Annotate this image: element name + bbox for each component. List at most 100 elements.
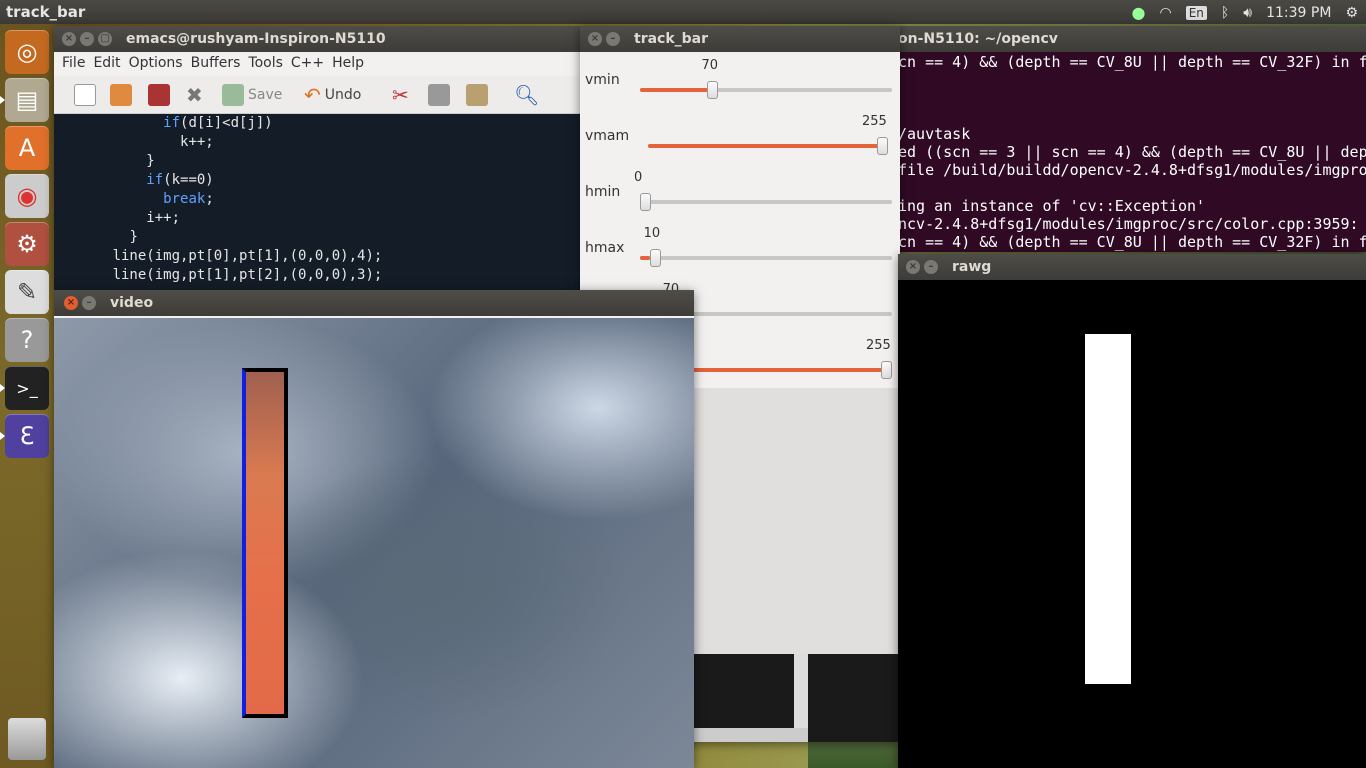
menu-options[interactable]: Options	[129, 55, 183, 71]
terminal-title: on-N5110: ~/opencv	[898, 31, 1058, 47]
code-editor[interactable]: if(d[i]<d[j]) k++; } if(k==0) break; i++…	[54, 114, 580, 290]
minimize-button[interactable]: –	[606, 32, 620, 46]
code-line: if(k==0)	[62, 171, 213, 190]
trackbar-row: vmin 70	[580, 52, 900, 108]
copy-button[interactable]	[428, 82, 450, 108]
trackbar-label: hmax	[585, 240, 625, 256]
trackbar-value: 255	[862, 114, 887, 129]
code-line: }	[62, 152, 155, 171]
trackbar-value: 70	[701, 58, 719, 73]
close-button[interactable]: ×	[64, 296, 78, 310]
keyboard-layout-indicator[interactable]: En	[1185, 5, 1207, 20]
video-window[interactable]: × – video	[54, 290, 694, 768]
menu-buffers[interactable]: Buffers	[191, 55, 241, 71]
video-titlebar[interactable]: × – video	[54, 290, 694, 316]
folder-icon	[110, 84, 132, 106]
search-button[interactable]: 🔍︎	[514, 82, 539, 108]
minimize-button[interactable]: –	[80, 32, 94, 46]
trackbar-slider[interactable]	[640, 249, 892, 267]
trackbar-titlebar[interactable]: × – track_bar	[580, 26, 900, 52]
terminal-line: cn == 4) && (depth == CV_8U || depth == …	[898, 53, 1366, 71]
emacs-window[interactable]: × – □ emacs@rushyam-Inspiron-N5110 File E…	[54, 26, 580, 290]
menu-file[interactable]: File	[62, 55, 85, 71]
code-line: k++;	[62, 133, 214, 152]
chat-icon[interactable]: ●	[1132, 3, 1146, 22]
scissors-icon: ✂	[392, 83, 409, 107]
code-text: k++;	[180, 134, 214, 150]
chrome-icon[interactable]: ◉	[5, 174, 49, 218]
trackbar-knob[interactable]	[707, 81, 719, 99]
trackbar-row: hmin 0	[580, 164, 900, 220]
gear-icon[interactable]: ⚙	[1345, 5, 1358, 21]
scrollbar[interactable]	[794, 654, 808, 734]
terminal-line: ed ((scn == 3 || scn == 4) && (depth == …	[898, 143, 1366, 161]
menu-tools[interactable]: Tools	[248, 55, 283, 71]
minimize-button[interactable]: –	[82, 296, 96, 310]
code-text: ;	[205, 191, 214, 207]
code-text: }	[146, 153, 155, 169]
paste-button[interactable]	[466, 82, 488, 108]
trackbar-label: vmin	[585, 72, 620, 88]
new-file-button[interactable]	[74, 82, 96, 108]
close-button[interactable]: ×	[588, 32, 602, 46]
files-icon[interactable]: ▤	[0, 78, 49, 122]
trackbar-row: vmam 255	[580, 108, 900, 164]
terminal-icon[interactable]: >_	[0, 366, 49, 410]
code-keyword: if	[146, 172, 164, 188]
volume-icon[interactable]: 🔊︎	[1243, 5, 1252, 21]
paste-icon	[466, 84, 488, 106]
code-text: line(img,pt[0],pt[1],(0,0,0),4);	[112, 248, 383, 264]
undo-button[interactable]: ↶ Undo	[304, 82, 361, 108]
kill-buffer-button[interactable]: ✖	[186, 82, 203, 108]
minimize-button[interactable]: –	[924, 260, 938, 274]
trackbar-slider[interactable]	[640, 81, 892, 99]
rawg-titlebar[interactable]: × – rawg	[898, 254, 1366, 280]
maximize-button[interactable]: □	[98, 32, 112, 46]
menu-c[interactable]: C++	[291, 55, 324, 71]
trackbar-slider[interactable]	[640, 193, 892, 211]
trackbar-fill	[640, 256, 651, 260]
open-button[interactable]	[110, 82, 132, 108]
detected-blob	[1085, 334, 1131, 684]
dired-button[interactable]	[148, 82, 170, 108]
trackbar-slider[interactable]	[648, 137, 888, 155]
text-editor-icon[interactable]: ✎	[5, 270, 49, 314]
trackbar-knob[interactable]	[877, 137, 888, 155]
code-line: if(d[i]<d[j])	[62, 114, 273, 133]
terminal-line: file /build/buildd/opencv-2.4.8+dfsg1/mo…	[898, 161, 1366, 179]
terminal-line: ing an instance of 'cv::Exception'	[898, 197, 1206, 215]
close-button[interactable]: ×	[62, 32, 76, 46]
code-keyword: if	[163, 115, 181, 131]
emacs-title: emacs@rushyam-Inspiron-N5110	[126, 31, 386, 47]
close-button[interactable]: ×	[906, 260, 920, 274]
settings-icon[interactable]: ⚙	[5, 222, 49, 266]
menu-help[interactable]: Help	[332, 55, 364, 71]
save-button[interactable]: Save	[222, 82, 282, 108]
horizontal-scrollbar[interactable]	[690, 728, 808, 742]
trackbar-knob[interactable]	[881, 361, 892, 379]
rawg-title: rawg	[952, 259, 992, 275]
trackbar-knob[interactable]	[640, 193, 651, 211]
rawg-window[interactable]: × – rawg	[898, 254, 1366, 768]
dash-icon[interactable]: ◎	[5, 30, 49, 74]
trash-icon[interactable]	[8, 718, 46, 760]
help-icon[interactable]: ?	[5, 318, 49, 362]
cut-button[interactable]: ✂	[392, 82, 409, 108]
menu-edit[interactable]: Edit	[93, 55, 120, 71]
new-file-icon	[74, 84, 96, 106]
software-center-icon[interactable]: A	[5, 126, 49, 170]
bluetooth-icon[interactable]: ᛒ	[1221, 5, 1229, 21]
wifi-icon[interactable]: ◠	[1159, 5, 1171, 21]
clock[interactable]: 11:39 PM	[1266, 5, 1331, 21]
emacs-icon[interactable]: ℇ	[0, 414, 49, 458]
threshold-image	[898, 282, 1366, 768]
trackbar-knob[interactable]	[649, 249, 661, 267]
emacs-titlebar[interactable]: × – □ emacs@rushyam-Inspiron-N5110	[54, 26, 580, 52]
